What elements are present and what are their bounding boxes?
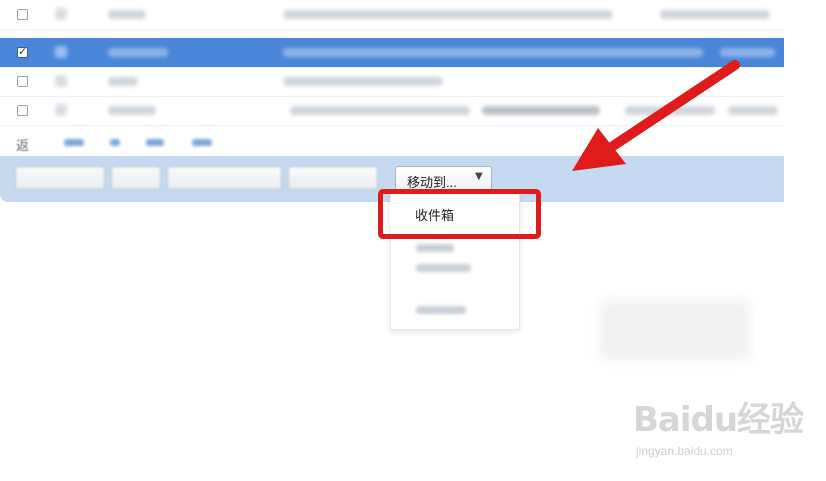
menu-item[interactable]: [416, 306, 466, 314]
mail-sender: [108, 10, 146, 19]
move-to-button[interactable]: 移动到... ▼: [395, 166, 492, 191]
menu-item[interactable]: [416, 244, 454, 252]
mail-subject: [290, 106, 470, 115]
row-checkbox[interactable]: [17, 9, 28, 20]
annotation-arrow-icon: [572, 60, 740, 171]
mail-subject: [283, 10, 613, 19]
page-link[interactable]: [64, 139, 84, 146]
pager-prefix: 返: [16, 138, 30, 153]
row-checkbox-checked[interactable]: [17, 45, 28, 58]
page-link[interactable]: [146, 139, 164, 146]
row-checkbox[interactable]: [17, 76, 28, 87]
mail-row[interactable]: [0, 0, 784, 30]
watermark-url: jingyan.baidu.com: [636, 444, 733, 458]
row-checkbox[interactable]: [17, 105, 28, 116]
baidu-watermark: Baidu经验 jingyan.baidu.com: [630, 392, 804, 468]
toolbar-button[interactable]: [15, 166, 105, 190]
mail-status-icon: [55, 8, 67, 20]
blurred-area: [600, 300, 750, 360]
chevron-down-icon: ▼: [475, 171, 483, 182]
watermark-logo: Baidu经验: [633, 400, 804, 440]
mail-status-icon: [55, 75, 67, 87]
mail-sender: [108, 106, 156, 115]
menu-item[interactable]: [416, 264, 471, 272]
toolbar-button[interactable]: [288, 166, 378, 190]
mail-sender: [108, 48, 168, 57]
mail-status-icon: [55, 46, 67, 58]
mail-sender: [108, 77, 138, 86]
mail-subject: [283, 77, 443, 86]
toolbar-button[interactable]: [167, 166, 282, 190]
page-link[interactable]: [192, 139, 212, 146]
mail-status-icon: [55, 104, 67, 116]
mail-date: [660, 10, 770, 19]
page-link[interactable]: [110, 139, 120, 146]
toolbar-button[interactable]: [111, 166, 161, 190]
annotation-highlight-box: [378, 189, 541, 239]
